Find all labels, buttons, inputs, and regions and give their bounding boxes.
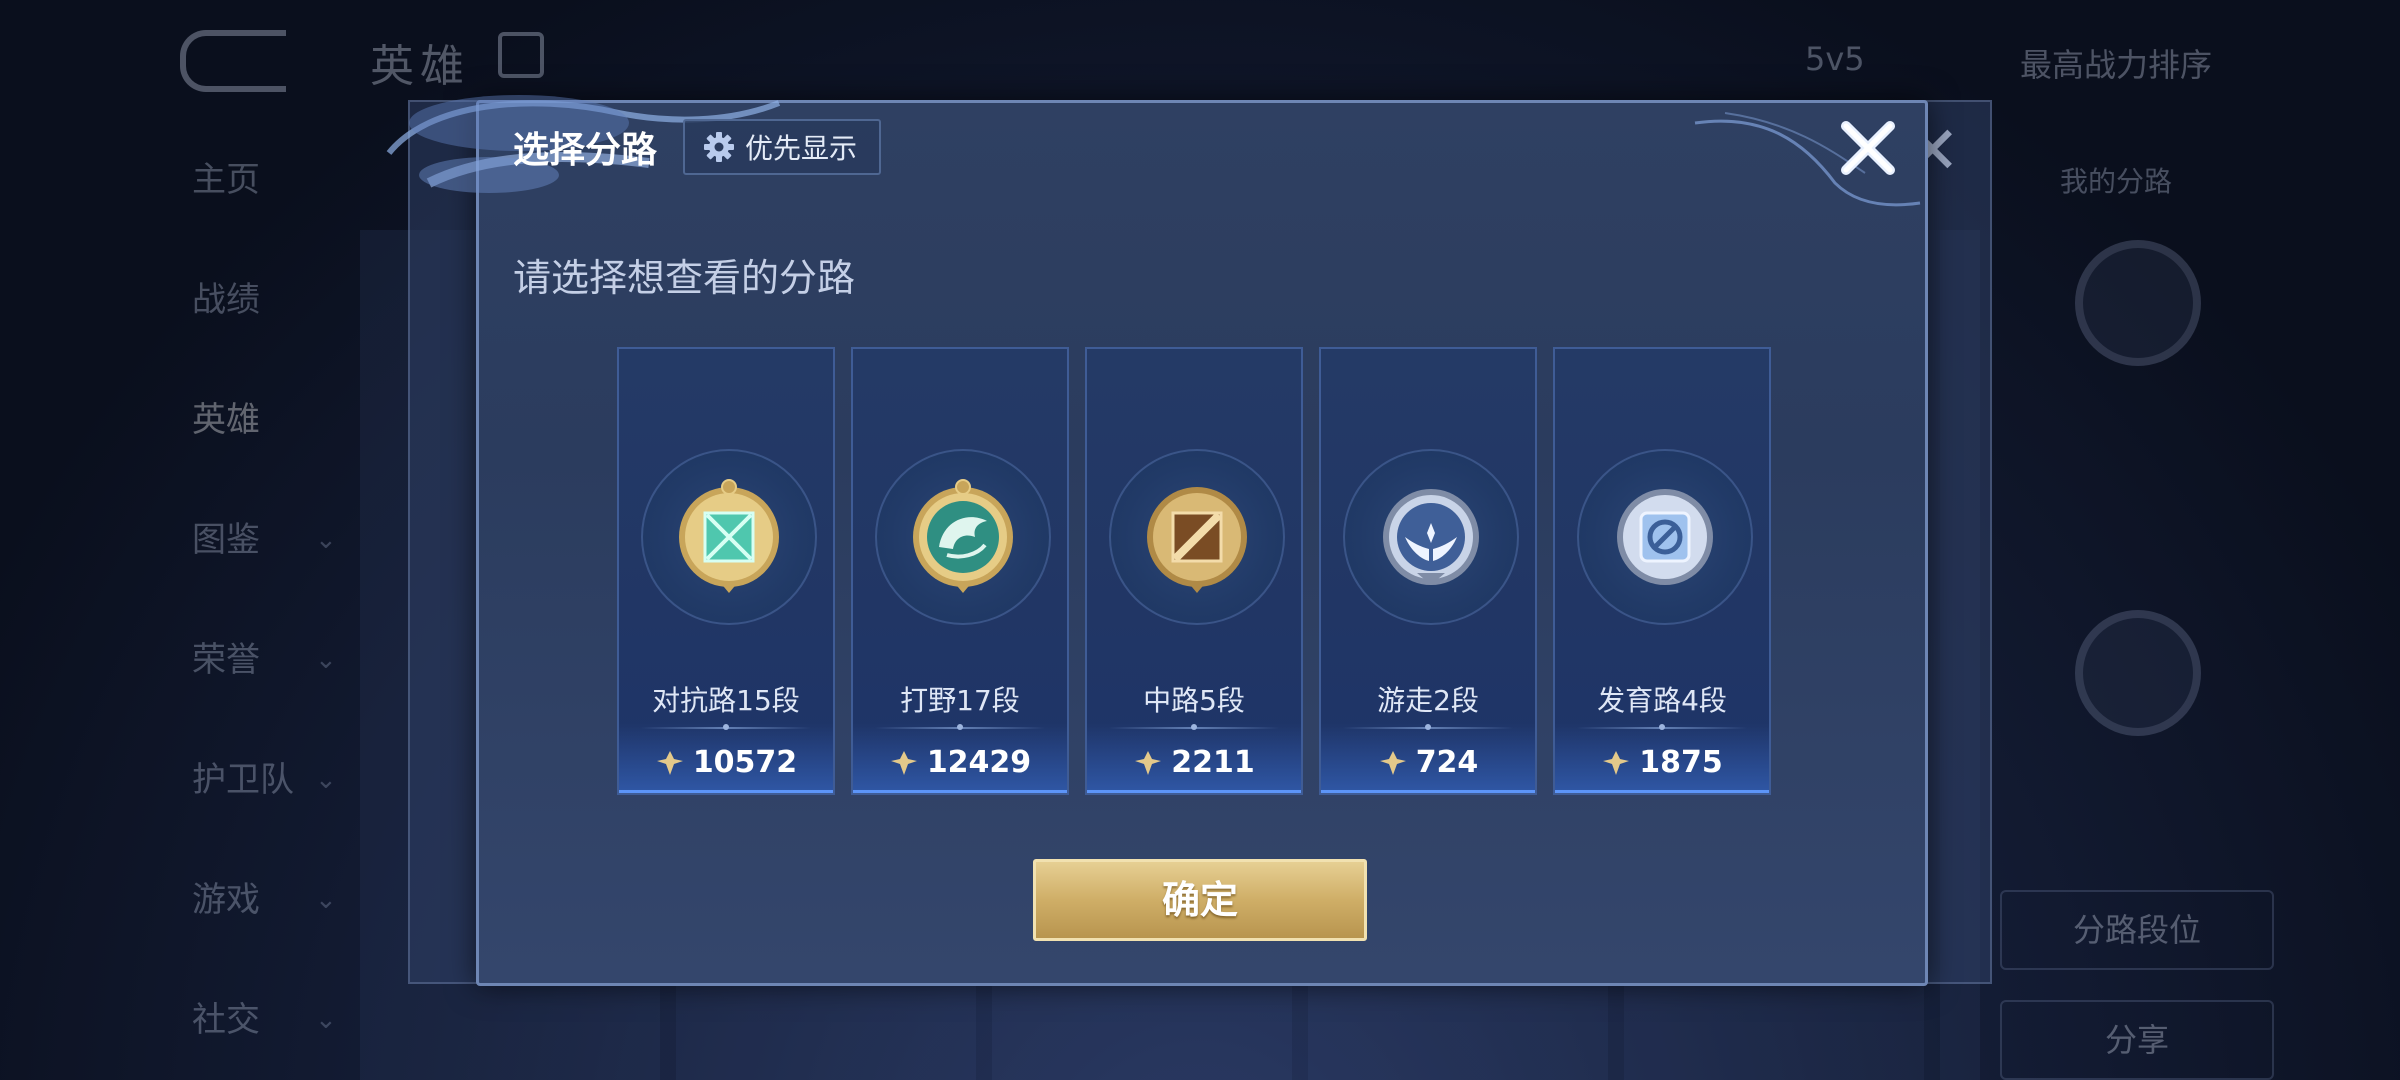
emblem-frame — [641, 449, 817, 625]
farm-lane-emblem-icon — [1617, 489, 1713, 585]
mid-lane-emblem-icon — [1147, 487, 1247, 593]
lane-score: 10572 — [619, 745, 833, 780]
dialog-title: 选择分路 — [513, 130, 658, 171]
chevron-down-icon: ⌄ — [315, 1005, 337, 1035]
power-icon — [656, 750, 683, 775]
lane-emblem-icon — [2075, 610, 2201, 736]
lane-rank-button[interactable]: 分路段位 — [2000, 890, 2274, 970]
lane-name: 游走2段 — [1377, 684, 1479, 717]
sort-filter[interactable]: 最高战力排序 — [2020, 40, 2212, 86]
chevron-down-icon: ⌄ — [315, 525, 337, 555]
lane-name: 打野17段 — [900, 684, 1020, 717]
back-icon[interactable] — [180, 30, 286, 92]
power-icon — [1135, 750, 1162, 775]
share-button[interactable]: 分享 — [2000, 1000, 2274, 1080]
emblem-frame — [1577, 449, 1753, 625]
card-glow — [1087, 790, 1301, 793]
nav-item-guard[interactable]: 护卫队 ⌄ — [120, 740, 340, 860]
right-panel-label: 我的分路 — [2060, 165, 2173, 198]
lane-score: 724 — [1321, 745, 1535, 780]
lane-card-mid[interactable]: 中路5段 2211 — [1085, 347, 1303, 795]
chevron-down-icon: ⌄ — [315, 885, 337, 915]
lane-score-value: 2211 — [1171, 745, 1255, 780]
priority-display-button[interactable]: 优先显示 — [683, 119, 882, 175]
card-glow — [853, 790, 1067, 793]
side-nav: 主页 战绩 英雄 图鉴 ⌄ 荣誉 ⌄ 护卫队 ⌄ 游戏 ⌄ 社交 ⌄ — [120, 140, 340, 1080]
power-icon — [1379, 750, 1406, 775]
jungle-emblem-icon — [913, 479, 1013, 593]
lane-score-value: 724 — [1415, 745, 1479, 780]
card-glow — [1321, 790, 1535, 793]
emblem-frame — [875, 449, 1051, 625]
card-glow — [619, 790, 833, 793]
divider — [641, 724, 811, 730]
lane-card-roam[interactable]: 游走2段 724 — [1319, 347, 1537, 795]
lane-name: 对抗路15段 — [652, 684, 800, 717]
lane-name: 中路5段 — [1143, 684, 1245, 717]
mode-filter[interactable]: 5v5 — [1805, 40, 1865, 78]
power-icon — [890, 750, 917, 775]
nav-item-record[interactable]: 战绩 — [120, 260, 340, 380]
lane-score-value: 12429 — [926, 745, 1032, 780]
chevron-down-icon: ⌄ — [315, 765, 337, 795]
lane-list: 对抗路15段 10572 打野17段 12429 中路5段 2211 游走2段 … — [617, 347, 1771, 795]
divider — [1343, 724, 1513, 730]
emblem-frame — [1109, 449, 1285, 625]
lane-emblem-icon — [2075, 240, 2201, 366]
close-button[interactable] — [1833, 113, 1903, 183]
card-glow — [1555, 790, 1769, 793]
lane-name: 发育路4段 — [1597, 684, 1727, 717]
divider — [1109, 724, 1279, 730]
priority-display-label: 优先显示 — [745, 132, 858, 165]
nav-item-home[interactable]: 主页 — [120, 140, 340, 260]
emblem-frame — [1343, 449, 1519, 625]
lane-score: 12429 — [853, 745, 1067, 780]
lane-score: 1875 — [1555, 745, 1769, 780]
nav-item-honor[interactable]: 荣誉 ⌄ — [120, 620, 340, 740]
confirm-button[interactable]: 确定 — [1033, 859, 1367, 941]
dialog-subtitle: 请选择想查看的分路 — [513, 256, 856, 300]
lane-card-jungle[interactable]: 打野17段 12429 — [851, 347, 1069, 795]
lane-score: 2211 — [1087, 745, 1301, 780]
lane-score-value: 10572 — [692, 745, 798, 780]
power-icon — [1603, 750, 1630, 775]
screen: 英雄 5v5 最高战力排序 主页 战绩 英雄 图鉴 ⌄ 荣誉 ⌄ 护卫队 ⌄ 游戏 ⌄ … — [0, 0, 2400, 1080]
lane-card-clash[interactable]: 对抗路15段 10572 — [617, 347, 835, 795]
lane-card-farm[interactable]: 发育路4段 1875 — [1553, 347, 1771, 795]
lane-select-dialog: 选择分路 优先显示 请选择想查看的分路 对抗路15段 10572 打野17段 1… — [386, 95, 1928, 986]
close-icon — [1841, 121, 1895, 175]
right-panel: 我的分路 分路段位 分享 — [2000, 120, 2274, 1080]
chevron-down-icon: ⌄ — [315, 645, 337, 675]
book-icon[interactable] — [498, 32, 544, 78]
gear-icon — [704, 132, 734, 162]
nav-item-collection[interactable]: 图鉴 ⌄ — [120, 500, 340, 620]
nav-item-social[interactable]: 社交 ⌄ — [120, 980, 340, 1080]
roam-emblem-icon — [1383, 489, 1479, 585]
nav-item-games[interactable]: 游戏 ⌄ — [120, 860, 340, 980]
nav-item-heroes[interactable]: 英雄 — [120, 380, 340, 500]
lane-score-value: 1875 — [1639, 745, 1723, 780]
divider — [1577, 724, 1747, 730]
clash-lane-emblem-icon — [679, 479, 779, 593]
divider — [875, 724, 1045, 730]
